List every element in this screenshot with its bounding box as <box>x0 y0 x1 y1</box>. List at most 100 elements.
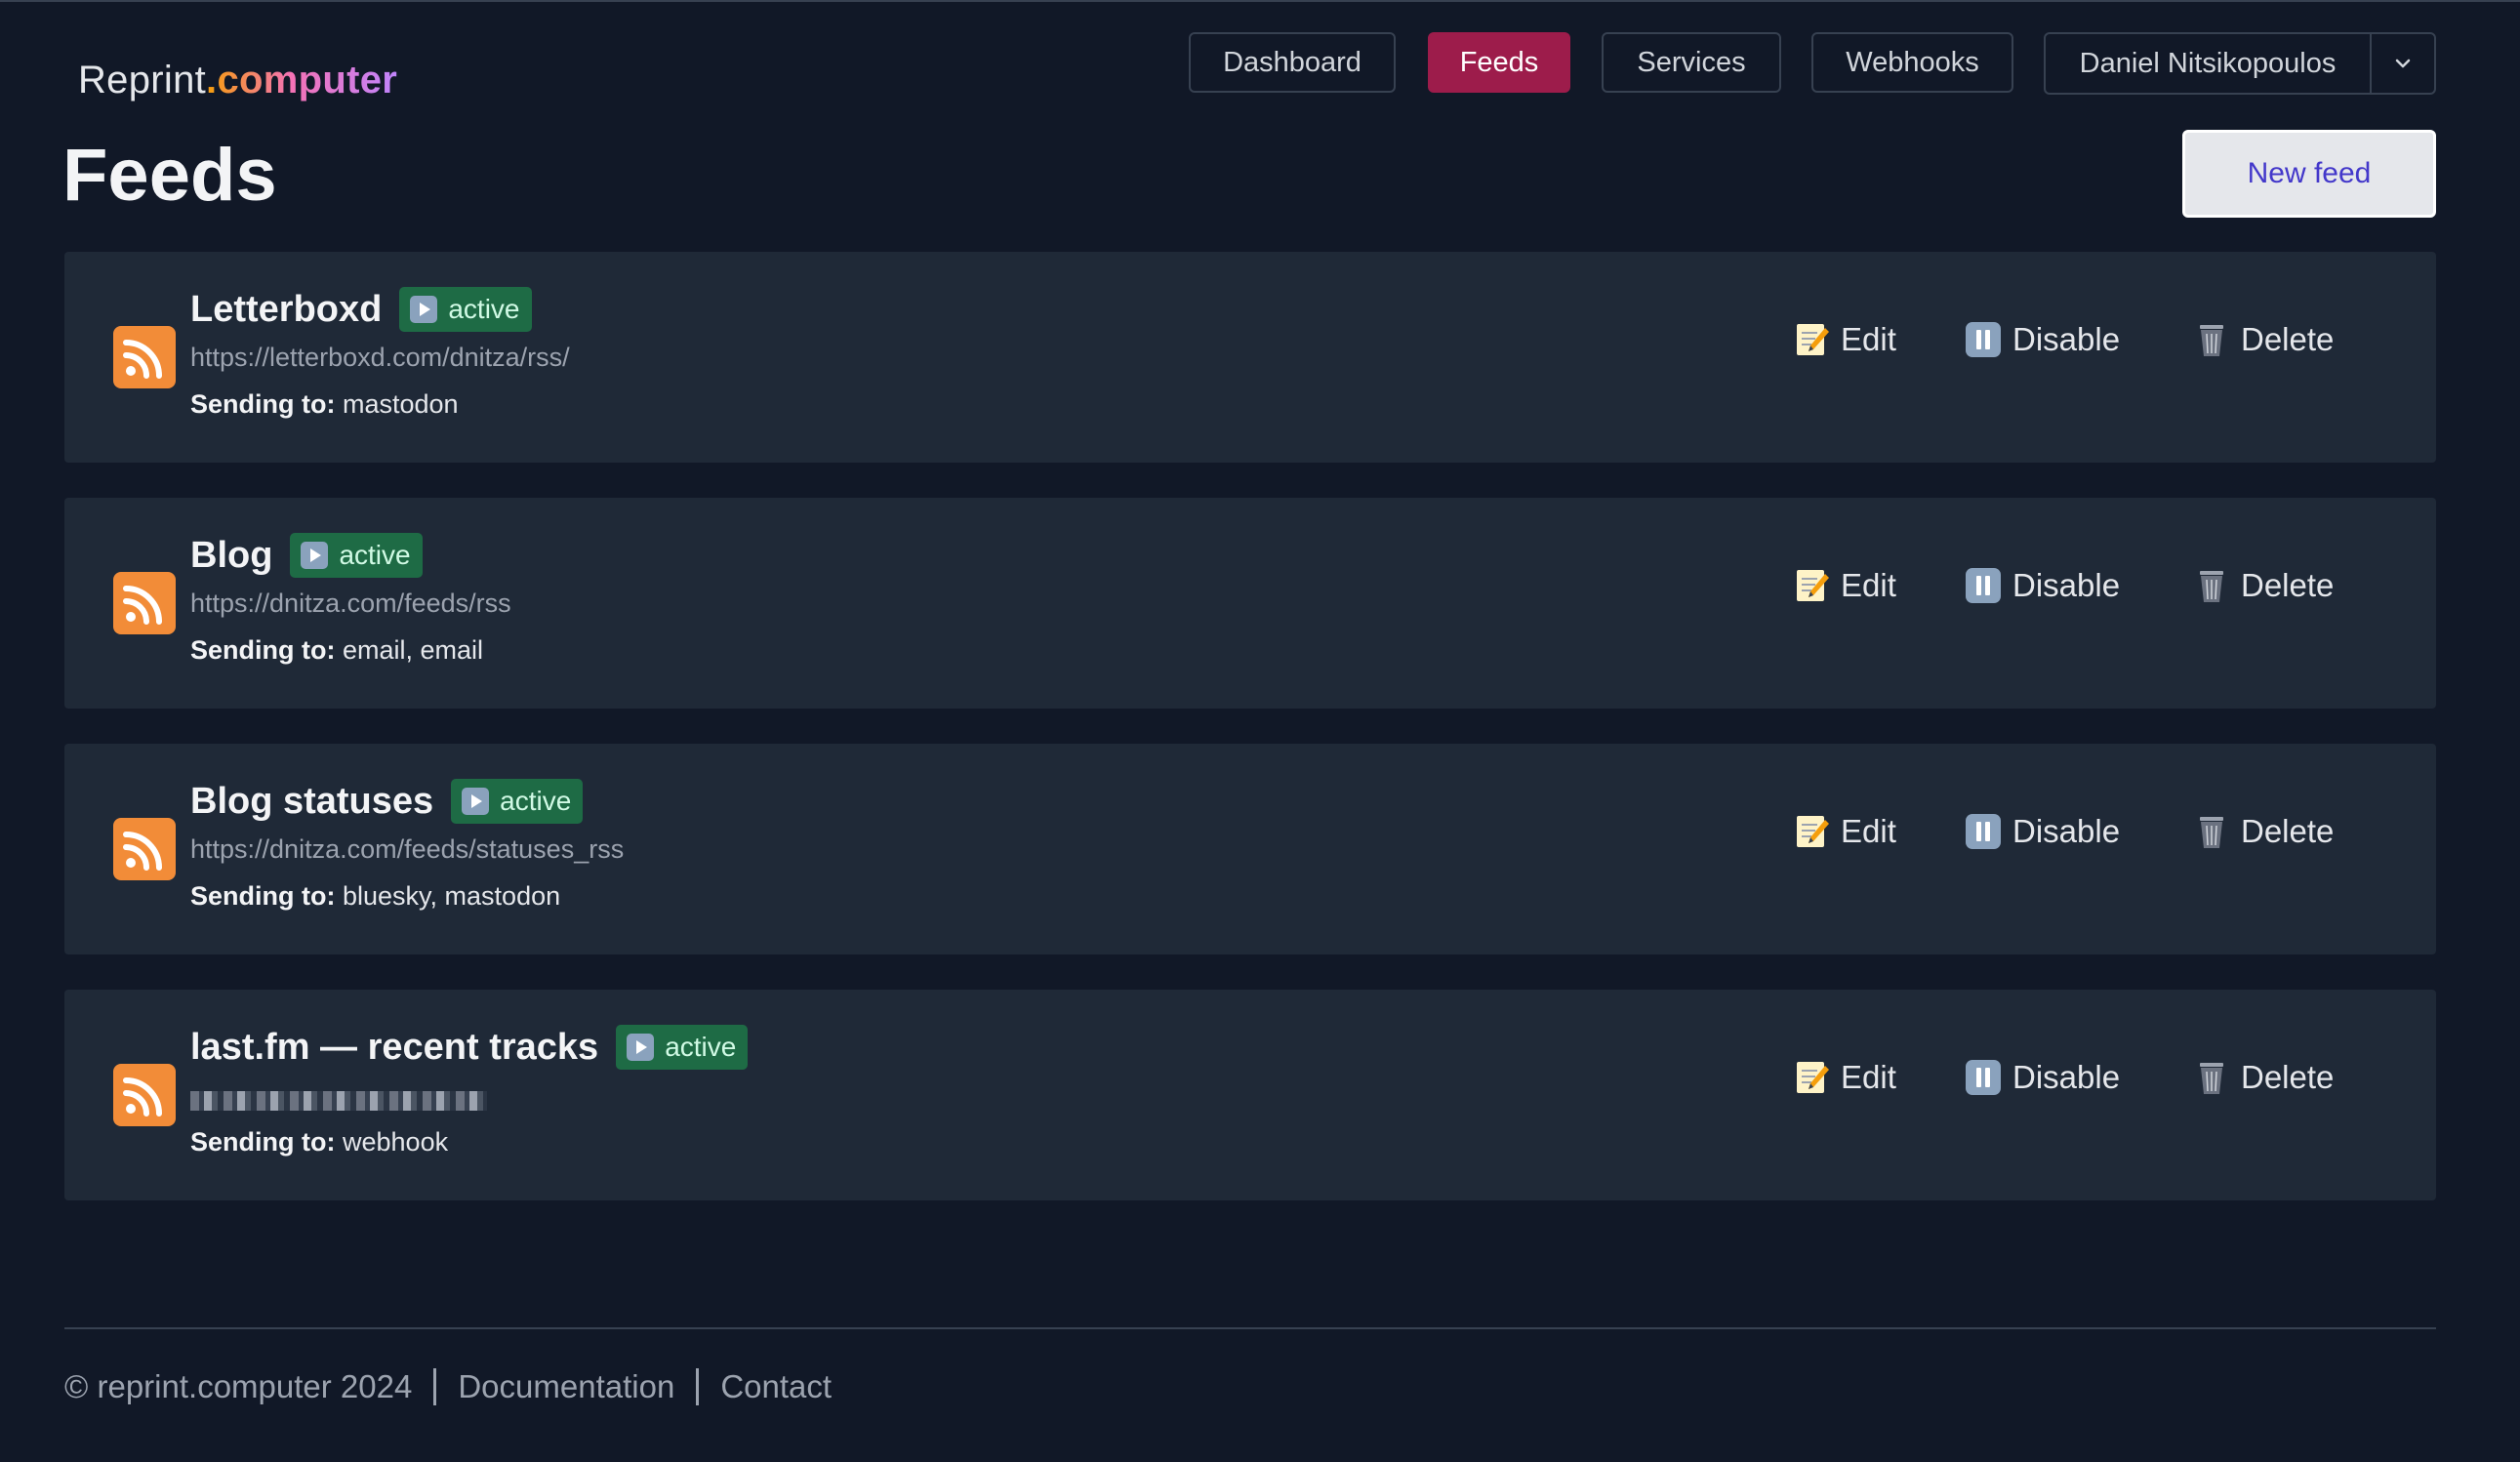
sending-to-value: mastodon <box>343 389 459 419</box>
feed-card: Blog active https://dnitza.com/feeds/rss… <box>64 498 2436 709</box>
rss-icon <box>113 818 176 880</box>
feed-destinations: Sending to: webhook <box>190 1127 448 1157</box>
edit-button[interactable]: Edit <box>1792 310 1896 369</box>
edit-label: Edit <box>1841 813 1896 849</box>
feed-title[interactable]: Blog <box>190 535 272 577</box>
disable-button[interactable]: Disable <box>1964 556 2120 615</box>
sending-to-value: bluesky, mastodon <box>343 881 561 911</box>
disable-label: Disable <box>2012 567 2121 603</box>
play-icon <box>627 1034 655 1061</box>
delete-button[interactable]: Delete <box>2192 802 2334 861</box>
rss-icon <box>113 572 176 634</box>
disable-label: Disable <box>2012 1059 2121 1095</box>
rss-icon <box>113 1064 176 1126</box>
top-border <box>0 0 2520 2</box>
nav-webhooks[interactable]: Webhooks <box>1811 32 2013 93</box>
feed-title-row: Blog statuses active <box>190 777 584 826</box>
feed-destinations: Sending to: mastodon <box>190 389 459 420</box>
sending-to-label: Sending to: <box>190 881 336 911</box>
memo-icon <box>1797 816 1829 847</box>
user-name-button[interactable]: Daniel Nitsikopoulos <box>2046 34 2372 93</box>
pause-icon <box>1966 568 2001 603</box>
sending-to-label: Sending to: <box>190 1127 336 1157</box>
feed-card: last.fm — recent tracks active Sending t… <box>64 990 2436 1200</box>
documentation-link[interactable]: Documentation <box>458 1368 674 1405</box>
delete-button[interactable]: Delete <box>2192 1048 2334 1107</box>
sending-to-label: Sending to: <box>190 389 336 419</box>
footer-separator <box>696 1368 700 1405</box>
footer: © reprint.computer 2024 Documentation Co… <box>64 1362 832 1411</box>
user-menu: Daniel Nitsikopoulos <box>2044 32 2436 95</box>
disable-button[interactable]: Disable <box>1964 802 2120 861</box>
status-badge: active <box>616 1025 749 1070</box>
nav-dashboard[interactable]: Dashboard <box>1189 32 1396 93</box>
feed-url: https://dnitza.com/feeds/rss <box>190 589 511 618</box>
nav-feeds[interactable]: Feeds <box>1428 32 1570 93</box>
contact-link[interactable]: Contact <box>720 1368 832 1405</box>
wastebasket-icon <box>2200 325 2223 356</box>
new-feed-button[interactable]: New feed <box>2182 130 2436 218</box>
memo-icon <box>1797 570 1829 601</box>
feed-title[interactable]: Letterboxd <box>190 289 382 331</box>
delete-label: Delete <box>2241 813 2335 849</box>
play-icon <box>410 296 438 323</box>
edit-label: Edit <box>1841 567 1896 603</box>
footer-separator <box>433 1368 437 1405</box>
edit-label: Edit <box>1841 321 1896 357</box>
logo-brand: Reprint <box>78 59 207 102</box>
feed-title-row: last.fm — recent tracks active <box>190 1023 749 1072</box>
disable-label: Disable <box>2012 321 2121 357</box>
sending-to-value: email, email <box>343 635 484 665</box>
status-label: active <box>448 294 520 324</box>
site-logo[interactable]: Reprint.computer <box>78 51 397 109</box>
status-label: active <box>665 1032 737 1062</box>
page-title: Feeds <box>62 134 277 217</box>
feed-title[interactable]: Blog statuses <box>190 781 433 823</box>
feed-card: Blog statuses active https://dnitza.com/… <box>64 744 2436 954</box>
pause-icon <box>1966 322 2001 357</box>
disable-label: Disable <box>2012 813 2121 849</box>
sending-to-label: Sending to: <box>190 635 336 665</box>
disable-button[interactable]: Disable <box>1964 1048 2120 1107</box>
delete-label: Delete <box>2241 567 2335 603</box>
memo-icon <box>1797 1062 1829 1093</box>
wastebasket-icon <box>2200 1063 2223 1094</box>
status-label: active <box>339 540 411 570</box>
edit-button[interactable]: Edit <box>1792 1048 1896 1107</box>
feed-card: Letterboxd active https://letterboxd.com… <box>64 252 2436 463</box>
edit-button[interactable]: Edit <box>1792 802 1896 861</box>
user-dropdown-button[interactable] <box>2372 34 2434 93</box>
feed-title-row: Blog active <box>190 531 423 580</box>
feed-destinations: Sending to: email, email <box>190 635 483 666</box>
memo-icon <box>1797 324 1829 355</box>
play-icon <box>301 542 329 569</box>
edit-label: Edit <box>1841 1059 1896 1095</box>
pause-icon <box>1966 814 2001 849</box>
sending-to-value: webhook <box>343 1127 449 1157</box>
rss-icon <box>113 326 176 388</box>
status-badge: active <box>290 533 423 578</box>
delete-button[interactable]: Delete <box>2192 310 2334 369</box>
pause-icon <box>1966 1060 2001 1095</box>
footer-divider <box>64 1327 2436 1329</box>
logo-accent: .computer <box>206 59 398 102</box>
disable-button[interactable]: Disable <box>1964 310 2120 369</box>
status-badge: active <box>451 779 584 824</box>
delete-label: Delete <box>2241 321 2335 357</box>
feed-destinations: Sending to: bluesky, mastodon <box>190 881 560 912</box>
wastebasket-icon <box>2200 817 2223 848</box>
feed-title-row: Letterboxd active <box>190 285 532 334</box>
delete-button[interactable]: Delete <box>2192 556 2334 615</box>
feed-url: https://dnitza.com/feeds/statuses_rss <box>190 834 625 864</box>
feed-url-redacted <box>190 1091 487 1111</box>
delete-label: Delete <box>2241 1059 2335 1095</box>
feed-title[interactable]: last.fm — recent tracks <box>190 1027 598 1069</box>
wastebasket-icon <box>2200 571 2223 602</box>
copyright: © reprint.computer 2024 <box>64 1368 413 1404</box>
status-label: active <box>500 786 572 816</box>
status-badge: active <box>399 287 532 332</box>
play-icon <box>462 788 490 815</box>
chevron-down-icon <box>2395 59 2411 68</box>
edit-button[interactable]: Edit <box>1792 556 1896 615</box>
nav-services[interactable]: Services <box>1602 32 1781 93</box>
